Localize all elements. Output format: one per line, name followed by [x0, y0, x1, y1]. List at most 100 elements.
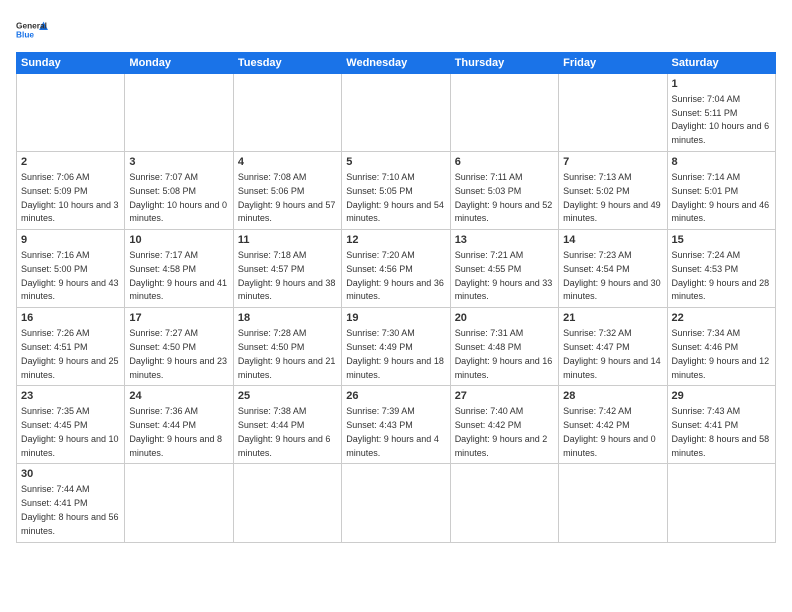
- calendar-cell: 24 Sunrise: 7:36 AM Sunset: 4:44 PM Dayli…: [125, 386, 233, 464]
- day-number: 20: [455, 311, 554, 326]
- calendar-cell: [17, 74, 125, 152]
- calendar-cell: 27 Sunrise: 7:40 AM Sunset: 4:42 PM Dayli…: [450, 386, 558, 464]
- day-info: Sunrise: 7:32 AM Sunset: 4:47 PM Dayligh…: [563, 328, 661, 379]
- calendar-cell: 20 Sunrise: 7:31 AM Sunset: 4:48 PM Dayli…: [450, 308, 558, 386]
- day-info: Sunrise: 7:20 AM Sunset: 4:56 PM Dayligh…: [346, 250, 444, 301]
- day-number: 7: [563, 155, 662, 170]
- calendar-cell: 30 Sunrise: 7:44 AM Sunset: 4:41 PM Dayli…: [17, 464, 125, 542]
- day-info: Sunrise: 7:40 AM Sunset: 4:42 PM Dayligh…: [455, 406, 548, 457]
- day-number: 1: [672, 77, 771, 92]
- calendar-table: SundayMondayTuesdayWednesdayThursdayFrid…: [16, 52, 776, 543]
- day-number: 30: [21, 467, 120, 482]
- day-info: Sunrise: 7:13 AM Sunset: 5:02 PM Dayligh…: [563, 172, 661, 223]
- calendar-cell: 5 Sunrise: 7:10 AM Sunset: 5:05 PM Daylig…: [342, 152, 450, 230]
- calendar-week-4: 23Sunrise: 7:35 AM Sunset: 4:45 PM Dayli…: [17, 386, 776, 464]
- weekday-header-monday: Monday: [125, 53, 233, 74]
- calendar-cell: 1Sunrise: 7:04 AM Sunset: 5:11 PM Daylig…: [667, 74, 775, 152]
- weekday-header-wednesday: Wednesday: [342, 53, 450, 74]
- weekday-header-friday: Friday: [559, 53, 667, 74]
- day-number: 12: [346, 233, 445, 248]
- day-number: 6: [455, 155, 554, 170]
- day-info: Sunrise: 7:18 AM Sunset: 4:57 PM Dayligh…: [238, 250, 336, 301]
- calendar-week-3: 16 Sunrise: 7:26 AM Sunset: 4:51 PM Dayli…: [17, 308, 776, 386]
- calendar-cell: 6 Sunrise: 7:11 AM Sunset: 5:03 PM Daylig…: [450, 152, 558, 230]
- generalblue-logo-icon: GeneralBlue: [16, 16, 48, 44]
- day-info: Sunrise: 7:07 AM Sunset: 5:08 PM Dayligh…: [129, 172, 227, 223]
- day-info: Sunrise: 7:38 AM Sunset: 4:44 PM Dayligh…: [238, 406, 331, 457]
- day-info: Sunrise: 7:34 AM Sunset: 4:46 PM Dayligh…: [672, 328, 770, 379]
- day-info: Sunrise: 7:14 AM Sunset: 5:01 PM Dayligh…: [672, 172, 770, 223]
- page: GeneralBlue SundayMondayTuesdayWednesday…: [0, 0, 792, 612]
- day-info: Sunrise: 7:31 AM Sunset: 4:48 PM Dayligh…: [455, 328, 553, 379]
- day-number: 28: [563, 389, 662, 404]
- day-info: Sunrise: 7:21 AM Sunset: 4:55 PM Dayligh…: [455, 250, 553, 301]
- day-info: Sunrise: 7:39 AM Sunset: 4:43 PM Dayligh…: [346, 406, 439, 457]
- calendar-cell: 19 Sunrise: 7:30 AM Sunset: 4:49 PM Dayli…: [342, 308, 450, 386]
- day-info: Sunrise: 7:42 AM Sunset: 4:42 PM Dayligh…: [563, 406, 656, 457]
- calendar-cell: 3Sunrise: 7:07 AM Sunset: 5:08 PM Daylig…: [125, 152, 233, 230]
- day-info: Sunrise: 7:43 AM Sunset: 4:41 PM Dayligh…: [672, 406, 770, 457]
- calendar-cell: [342, 464, 450, 542]
- day-number: 15: [672, 233, 771, 248]
- calendar-cell: 28 Sunrise: 7:42 AM Sunset: 4:42 PM Dayli…: [559, 386, 667, 464]
- day-number: 13: [455, 233, 554, 248]
- calendar-cell: 11 Sunrise: 7:18 AM Sunset: 4:57 PM Dayli…: [233, 230, 341, 308]
- calendar-week-5: 30 Sunrise: 7:44 AM Sunset: 4:41 PM Dayli…: [17, 464, 776, 542]
- calendar-week-0: 1Sunrise: 7:04 AM Sunset: 5:11 PM Daylig…: [17, 74, 776, 152]
- calendar-cell: [450, 74, 558, 152]
- calendar-cell: 18 Sunrise: 7:28 AM Sunset: 4:50 PM Dayli…: [233, 308, 341, 386]
- logo: GeneralBlue: [16, 16, 48, 44]
- day-info: Sunrise: 7:35 AM Sunset: 4:45 PM Dayligh…: [21, 406, 119, 457]
- day-number: 21: [563, 311, 662, 326]
- day-number: 26: [346, 389, 445, 404]
- day-number: 8: [672, 155, 771, 170]
- calendar-cell: 16 Sunrise: 7:26 AM Sunset: 4:51 PM Dayli…: [17, 308, 125, 386]
- calendar-cell: 26 Sunrise: 7:39 AM Sunset: 4:43 PM Dayli…: [342, 386, 450, 464]
- day-info: Sunrise: 7:16 AM Sunset: 5:00 PM Dayligh…: [21, 250, 119, 301]
- day-info: Sunrise: 7:11 AM Sunset: 5:03 PM Dayligh…: [455, 172, 553, 223]
- day-number: 27: [455, 389, 554, 404]
- day-number: 24: [129, 389, 228, 404]
- calendar-cell: [667, 464, 775, 542]
- calendar-cell: 17Sunrise: 7:27 AM Sunset: 4:50 PM Dayli…: [125, 308, 233, 386]
- day-number: 19: [346, 311, 445, 326]
- calendar-body: 1Sunrise: 7:04 AM Sunset: 5:11 PM Daylig…: [17, 74, 776, 543]
- day-info: Sunrise: 7:17 AM Sunset: 4:58 PM Dayligh…: [129, 250, 227, 301]
- weekday-header-row: SundayMondayTuesdayWednesdayThursdayFrid…: [17, 53, 776, 74]
- calendar-cell: 23Sunrise: 7:35 AM Sunset: 4:45 PM Dayli…: [17, 386, 125, 464]
- day-number: 14: [563, 233, 662, 248]
- calendar-cell: 2Sunrise: 7:06 AM Sunset: 5:09 PM Daylig…: [17, 152, 125, 230]
- calendar-cell: 21 Sunrise: 7:32 AM Sunset: 4:47 PM Dayli…: [559, 308, 667, 386]
- weekday-header-saturday: Saturday: [667, 53, 775, 74]
- weekday-header-tuesday: Tuesday: [233, 53, 341, 74]
- day-info: Sunrise: 7:06 AM Sunset: 5:09 PM Dayligh…: [21, 172, 119, 223]
- calendar-cell: [450, 464, 558, 542]
- day-info: Sunrise: 7:30 AM Sunset: 4:49 PM Dayligh…: [346, 328, 444, 379]
- calendar-cell: 12 Sunrise: 7:20 AM Sunset: 4:56 PM Dayli…: [342, 230, 450, 308]
- day-number: 22: [672, 311, 771, 326]
- calendar-cell: 22 Sunrise: 7:34 AM Sunset: 4:46 PM Dayli…: [667, 308, 775, 386]
- calendar-week-2: 9 Sunrise: 7:16 AM Sunset: 5:00 PM Daylig…: [17, 230, 776, 308]
- day-number: 25: [238, 389, 337, 404]
- day-number: 9: [21, 233, 120, 248]
- day-number: 29: [672, 389, 771, 404]
- day-info: Sunrise: 7:10 AM Sunset: 5:05 PM Dayligh…: [346, 172, 444, 223]
- calendar-cell: 4Sunrise: 7:08 AM Sunset: 5:06 PM Daylig…: [233, 152, 341, 230]
- day-info: Sunrise: 7:28 AM Sunset: 4:50 PM Dayligh…: [238, 328, 336, 379]
- day-info: Sunrise: 7:24 AM Sunset: 4:53 PM Dayligh…: [672, 250, 770, 301]
- day-number: 18: [238, 311, 337, 326]
- calendar-cell: [233, 464, 341, 542]
- day-number: 11: [238, 233, 337, 248]
- calendar-cell: 29 Sunrise: 7:43 AM Sunset: 4:41 PM Dayli…: [667, 386, 775, 464]
- day-number: 5: [346, 155, 445, 170]
- day-number: 4: [238, 155, 337, 170]
- calendar-cell: [342, 74, 450, 152]
- day-number: 16: [21, 311, 120, 326]
- day-info: Sunrise: 7:36 AM Sunset: 4:44 PM Dayligh…: [129, 406, 222, 457]
- day-info: Sunrise: 7:44 AM Sunset: 4:41 PM Dayligh…: [21, 484, 119, 535]
- calendar-cell: [125, 464, 233, 542]
- calendar-cell: 10Sunrise: 7:17 AM Sunset: 4:58 PM Dayli…: [125, 230, 233, 308]
- calendar-cell: 7 Sunrise: 7:13 AM Sunset: 5:02 PM Daylig…: [559, 152, 667, 230]
- day-info: Sunrise: 7:26 AM Sunset: 4:51 PM Dayligh…: [21, 328, 119, 379]
- calendar-cell: 15 Sunrise: 7:24 AM Sunset: 4:53 PM Dayli…: [667, 230, 775, 308]
